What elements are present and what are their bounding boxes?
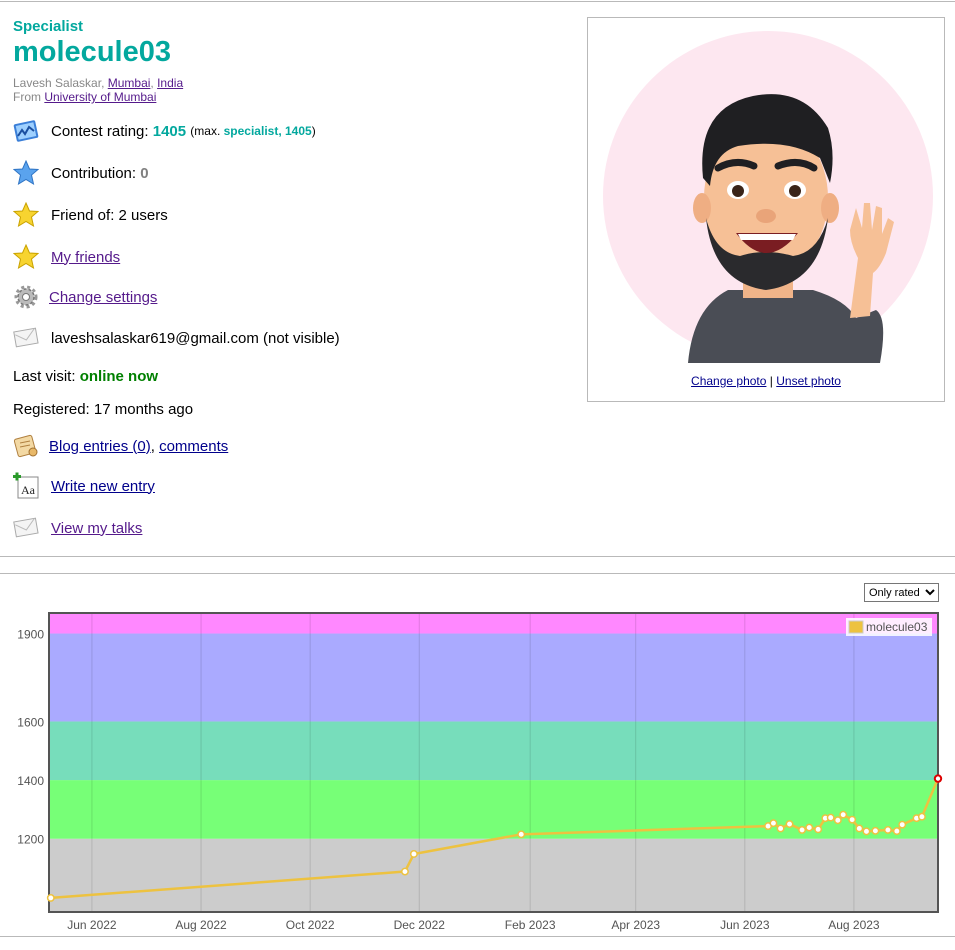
last-visit-label: Last visit: bbox=[13, 368, 76, 385]
svg-text:Aa: Aa bbox=[21, 483, 36, 497]
write-entry-row: Aa Write new entry bbox=[12, 471, 155, 501]
friend-of-row: Friend of: 2 users bbox=[12, 200, 168, 230]
avatar-image bbox=[603, 31, 933, 363]
max-close: ) bbox=[311, 124, 316, 138]
rating-value: 1405 bbox=[152, 122, 187, 140]
max-open: (max. bbox=[190, 124, 221, 138]
gold-star-icon bbox=[12, 243, 40, 271]
envelope-icon bbox=[12, 514, 40, 542]
last-visit: Last visit: online now bbox=[13, 368, 158, 385]
my-friends-link[interactable]: My friends bbox=[51, 249, 120, 266]
contribution-label: Contribution: bbox=[51, 164, 137, 182]
rating-label: Contest rating: bbox=[51, 122, 149, 140]
contribution-row: Contribution: 0 bbox=[12, 158, 149, 188]
view-talks-link[interactable]: View my talks bbox=[51, 520, 142, 537]
photo-box: Change photo | Unset photo bbox=[587, 17, 945, 402]
user-rank: Specialist bbox=[13, 18, 84, 35]
last-visit-value: online now bbox=[79, 368, 159, 385]
blog-scroll-icon bbox=[12, 432, 40, 460]
gold-star-icon bbox=[12, 201, 40, 229]
city-link[interactable]: Mumbai bbox=[108, 76, 151, 90]
photo-link-separator: | bbox=[769, 374, 773, 388]
change-settings-link[interactable]: Change settings bbox=[49, 289, 157, 306]
user-location: Lavesh Salaskar, Mumbai, India bbox=[13, 76, 184, 90]
change-settings-row: Change settings bbox=[12, 282, 157, 312]
my-friends-row: My friends bbox=[12, 242, 120, 272]
change-photo-link[interactable]: Change photo bbox=[691, 374, 766, 388]
blue-star-icon bbox=[12, 159, 40, 187]
user-full-name: Lavesh Salaskar bbox=[13, 76, 102, 90]
comments-link[interactable]: comments bbox=[159, 438, 228, 455]
max-rating: (max. specialist, 1405) bbox=[190, 124, 315, 138]
write-entry-icon: Aa bbox=[12, 472, 40, 500]
friend-of-text: Friend of: 2 users bbox=[51, 206, 168, 224]
rating-chart-icon bbox=[12, 117, 40, 145]
photo-links: Change photo | Unset photo bbox=[588, 374, 944, 388]
email-text: laveshsalaskar619@gmail.com (not visible… bbox=[51, 329, 340, 347]
unset-photo-link[interactable]: Unset photo bbox=[776, 374, 841, 388]
rated-filter-select[interactable]: Only rated bbox=[864, 583, 939, 602]
user-organization: From University of Mumbai bbox=[13, 90, 156, 104]
write-entry-link[interactable]: Write new entry bbox=[51, 478, 155, 495]
envelope-icon bbox=[12, 324, 40, 352]
rating-graph-box bbox=[0, 573, 955, 937]
contest-rating-row: Contest rating: 1405 (max. specialist, 1… bbox=[12, 116, 316, 146]
email-row: laveshsalaskar619@gmail.com (not visible… bbox=[12, 323, 340, 353]
talks-row: View my talks bbox=[12, 513, 142, 543]
from-label: From bbox=[13, 90, 41, 104]
gear-icon bbox=[12, 283, 40, 311]
max-rank: specialist, 1405 bbox=[223, 124, 312, 138]
organization-link[interactable]: University of Mumbai bbox=[44, 90, 156, 104]
registered: Registered: 17 months ago bbox=[13, 401, 194, 418]
user-handle: molecule03 bbox=[13, 36, 171, 68]
blog-entries-link[interactable]: Blog entries (0) bbox=[49, 438, 151, 455]
country-link[interactable]: India bbox=[157, 76, 183, 90]
contribution-value: 0 bbox=[140, 164, 149, 182]
blog-row: Blog entries (0), comments bbox=[12, 431, 228, 461]
